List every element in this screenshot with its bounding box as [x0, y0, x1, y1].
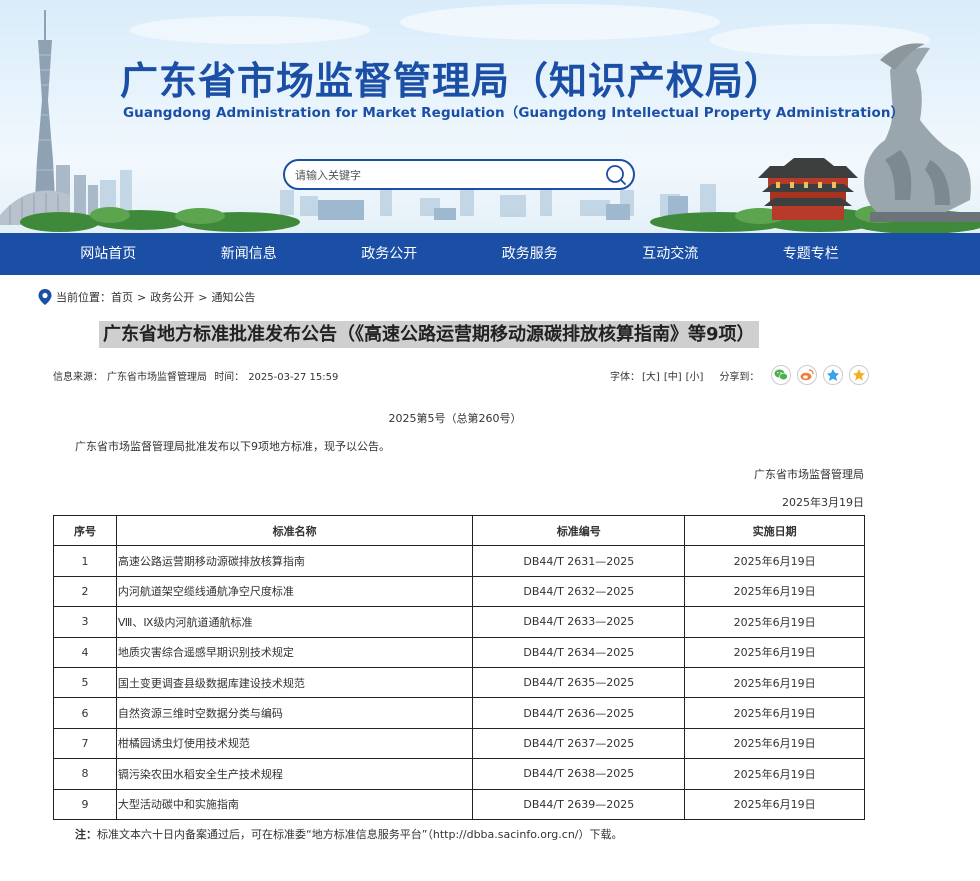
breadcrumb-notices[interactable]: 通知公告 [211, 289, 255, 305]
location-pin-icon [38, 289, 52, 305]
cell-standard-number: DB44/T 2631—2025 [472, 545, 686, 577]
table-row: 7 柑橘园诱虫灯使用技术规范 DB44/T 2637—2025 2025年6月1… [53, 727, 865, 760]
cell-standard-name: 大型活动碳中和实施指南 [115, 788, 474, 820]
note-label: 注： [75, 828, 97, 841]
issuer: 广东省市场监督管理局 [754, 468, 864, 481]
cell-standard-name: 柑橘园诱虫灯使用技术规范 [115, 727, 474, 760]
font-size-label: 字体： [610, 371, 640, 383]
article-tools: 字体： [大] [中] [小] 分享到： [610, 364, 870, 386]
share-label: 分享到： [719, 371, 760, 383]
breadcrumb-separator: > [137, 290, 147, 304]
table-row: 5 国土变更调查县级数据库建设技术规范 DB44/T 2635—2025 202… [53, 666, 865, 699]
cell-effective-date: 2025年6月19日 [684, 697, 865, 729]
cell-effective-date: 2025年6月19日 [684, 788, 865, 820]
cell-standard-name: 地质灾害综合遥感早期识别技术规定 [115, 636, 474, 668]
table-header-row: 序号 标准名称 标准编号 实施日期 [53, 514, 865, 547]
font-size-medium[interactable]: [中] [664, 368, 682, 383]
issue-date: 2025年3月19日 [782, 496, 864, 509]
cell-standard-name: 自然资源三维时空数据分类与编码 [115, 697, 474, 729]
table-row: 8 镉污染农田水稻安全生产技术规程 DB44/T 2638—2025 2025年… [53, 758, 865, 790]
breadcrumb-home[interactable]: 首页 [111, 289, 133, 305]
article-meta: 信息来源： 广东省市场监督管理局 时间： 2025-03-27 15:59 [53, 368, 342, 383]
search-box [283, 159, 635, 190]
header-serial: 序号 [53, 514, 117, 547]
article-title: 广东省地方标准批准发布公告（《高速公路运营期移动源碳排放核算指南》等9项） [99, 321, 759, 348]
nav-item-interaction[interactable]: 互动交流 [600, 233, 741, 275]
time-label: 时间： [214, 372, 245, 383]
intro-paragraph: 广东省市场监督管理局批准发布以下9项地方标准，现予以公告。 [75, 440, 390, 453]
breadcrumb-prefix: 当前位置： [56, 291, 111, 304]
search-input[interactable] [295, 165, 595, 185]
cell-serial: 7 [53, 727, 117, 760]
table-row: 3 Ⅷ、Ⅸ级内河航道通航标准 DB44/T 2633—2025 2025年6月1… [53, 606, 865, 638]
source-value: 广东省市场监督管理局 [107, 372, 207, 383]
cell-effective-date: 2025年6月19日 [684, 606, 865, 638]
favorite-icon[interactable] [849, 365, 870, 385]
note-text: 标准文本六十日内备案通过后，可在标准委“地方标准信息服务平台”（http://d… [97, 828, 623, 841]
table-row: 1 高速公路运营期移动源碳排放核算指南 DB44/T 2631—2025 202… [53, 545, 865, 577]
table-row: 9 大型活动碳中和实施指南 DB44/T 2639—2025 2025年6月19… [53, 788, 865, 820]
site-title: 广东省市场监督管理局（知识产权局） [120, 59, 784, 103]
time-value: 2025-03-27 15:59 [248, 372, 339, 383]
cell-standard-name: 内河航道架空缆线通航净空尺度标准 [115, 575, 474, 608]
cell-serial: 2 [53, 575, 117, 608]
cell-standard-number: DB44/T 2634—2025 [472, 636, 686, 668]
cell-standard-number: DB44/T 2632—2025 [472, 575, 686, 608]
cell-effective-date: 2025年6月19日 [684, 575, 865, 608]
standards-table: 序号 标准名称 标准编号 实施日期 1 高速公路运营期移动源碳排放核算指南 DB… [53, 514, 865, 820]
breadcrumb-government-affairs[interactable]: 政务公开 [150, 289, 194, 305]
cell-serial: 1 [53, 545, 117, 577]
cell-standard-name: 高速公路运营期移动源碳排放核算指南 [115, 545, 474, 577]
cell-standard-number: DB44/T 2635—2025 [472, 666, 686, 699]
nav-item-special-topics[interactable]: 专题专栏 [741, 233, 882, 275]
cell-standard-name: 国土变更调查县级数据库建设技术规范 [115, 666, 474, 699]
font-size-large[interactable]: [大] [642, 368, 660, 383]
table-row: 4 地质灾害综合遥感早期识别技术规定 DB44/T 2634—2025 2025… [53, 636, 865, 668]
cell-effective-date: 2025年6月19日 [684, 666, 865, 699]
download-note: 注：标准文本六十日内备案通过后，可在标准委“地方标准信息服务平台”（http:/… [75, 826, 623, 842]
header-standard-number: 标准编号 [472, 514, 686, 547]
site-subtitle: Guangdong Administration for Market Regu… [123, 105, 905, 121]
header-standard-name: 标准名称 [115, 514, 474, 547]
nav-item-government-services[interactable]: 政务服务 [460, 233, 601, 275]
weibo-icon[interactable] [797, 365, 818, 385]
cell-serial: 9 [53, 788, 117, 820]
document-number: 2025第5号（总第260号） [388, 412, 522, 425]
breadcrumb: 当前位置： 首页 > 政务公开 > 通知公告 [38, 289, 255, 305]
cell-serial: 8 [53, 758, 117, 790]
breadcrumb-separator: > [198, 290, 208, 304]
wechat-icon[interactable] [771, 365, 792, 385]
cell-effective-date: 2025年6月19日 [684, 758, 865, 790]
cell-standard-number: DB44/T 2636—2025 [472, 697, 686, 729]
main-nav: 网站首页 新闻信息 政务公开 政务服务 互动交流 专题专栏 [0, 233, 980, 275]
cell-standard-name: Ⅷ、Ⅸ级内河航道通航标准 [115, 606, 474, 638]
source-label: 信息来源： [53, 372, 103, 383]
cell-standard-number: DB44/T 2639—2025 [472, 788, 686, 820]
search-icon[interactable] [605, 164, 627, 186]
cell-effective-date: 2025年6月19日 [684, 727, 865, 760]
cell-serial: 5 [53, 666, 117, 699]
cell-effective-date: 2025年6月19日 [684, 636, 865, 668]
header-banner: 广东省市场监督管理局（知识产权局） Guangdong Administrati… [0, 0, 980, 233]
table-row: 6 自然资源三维时空数据分类与编码 DB44/T 2636—2025 2025年… [53, 697, 865, 729]
nav-item-government-affairs[interactable]: 政务公开 [319, 233, 460, 275]
cell-standard-number: DB44/T 2637—2025 [472, 727, 686, 760]
cell-effective-date: 2025年6月19日 [684, 545, 865, 577]
table-row: 2 内河航道架空缆线通航净空尺度标准 DB44/T 2632—2025 2025… [53, 575, 865, 608]
cell-standard-name: 镉污染农田水稻安全生产技术规程 [115, 758, 474, 790]
font-size-small[interactable]: [小] [686, 368, 704, 383]
header-effective-date: 实施日期 [684, 514, 865, 547]
qzone-icon[interactable] [823, 365, 844, 385]
nav-item-news[interactable]: 新闻信息 [179, 233, 320, 275]
cell-serial: 3 [53, 606, 117, 638]
nav-item-home[interactable]: 网站首页 [38, 233, 179, 275]
cell-serial: 6 [53, 697, 117, 729]
cell-serial: 4 [53, 636, 117, 668]
cell-standard-number: DB44/T 2633—2025 [472, 606, 686, 638]
cell-standard-number: DB44/T 2638—2025 [472, 758, 686, 790]
